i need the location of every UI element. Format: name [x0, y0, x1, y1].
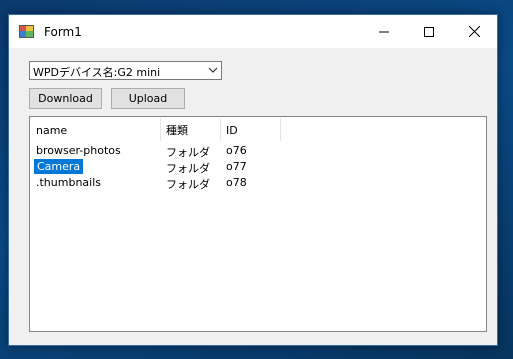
title-bar[interactable]: Form1	[9, 15, 497, 48]
maximize-icon	[423, 26, 434, 37]
item-type: フォルダ	[166, 146, 210, 159]
upload-button-label: Upload	[128, 92, 168, 105]
close-icon	[469, 26, 480, 37]
item-type: フォルダ	[166, 178, 210, 191]
list-item[interactable]: Camera フォルダ o77	[30, 159, 486, 175]
item-name: browser-photos	[36, 144, 121, 157]
form1-window: Form1 WPDデバイス名:G2 mini Download Upload n…	[8, 14, 498, 346]
minimize-button[interactable]	[361, 15, 406, 48]
column-header-name[interactable]: name	[30, 118, 160, 142]
download-button[interactable]: Download	[29, 88, 102, 109]
download-button-label: Download	[38, 92, 93, 105]
maximize-button[interactable]	[406, 15, 451, 48]
item-id: o76	[226, 144, 247, 157]
list-item[interactable]: browser-photos フォルダ o76	[30, 143, 486, 159]
chevron-down-icon[interactable]	[208, 66, 218, 74]
device-select-value: WPDデバイス名:G2 mini	[33, 66, 161, 79]
item-name: Camera	[34, 159, 84, 174]
item-id: o77	[226, 160, 247, 173]
file-list[interactable]: name 種類 ID browser-photos フォルダ o76 Camer…	[29, 116, 487, 332]
item-name: .thumbnails	[36, 176, 102, 189]
column-header-type[interactable]: 種類	[160, 118, 220, 142]
minimize-icon	[378, 31, 389, 32]
column-header-id-label: ID	[226, 123, 238, 137]
column-header-type-label: 種類	[166, 124, 188, 137]
upload-button[interactable]: Upload	[111, 88, 185, 109]
column-header-id[interactable]: ID	[220, 118, 280, 142]
column-header-name-label: name	[36, 123, 68, 137]
column-divider[interactable]	[280, 118, 281, 141]
item-id: o78	[226, 176, 247, 189]
app-icon	[19, 25, 34, 38]
window-title: Form1	[44, 25, 82, 39]
item-type: フォルダ	[166, 162, 210, 175]
device-select[interactable]: WPDデバイス名:G2 mini	[29, 61, 222, 80]
list-item[interactable]: .thumbnails フォルダ o78	[30, 175, 486, 191]
close-button[interactable]	[452, 15, 497, 48]
